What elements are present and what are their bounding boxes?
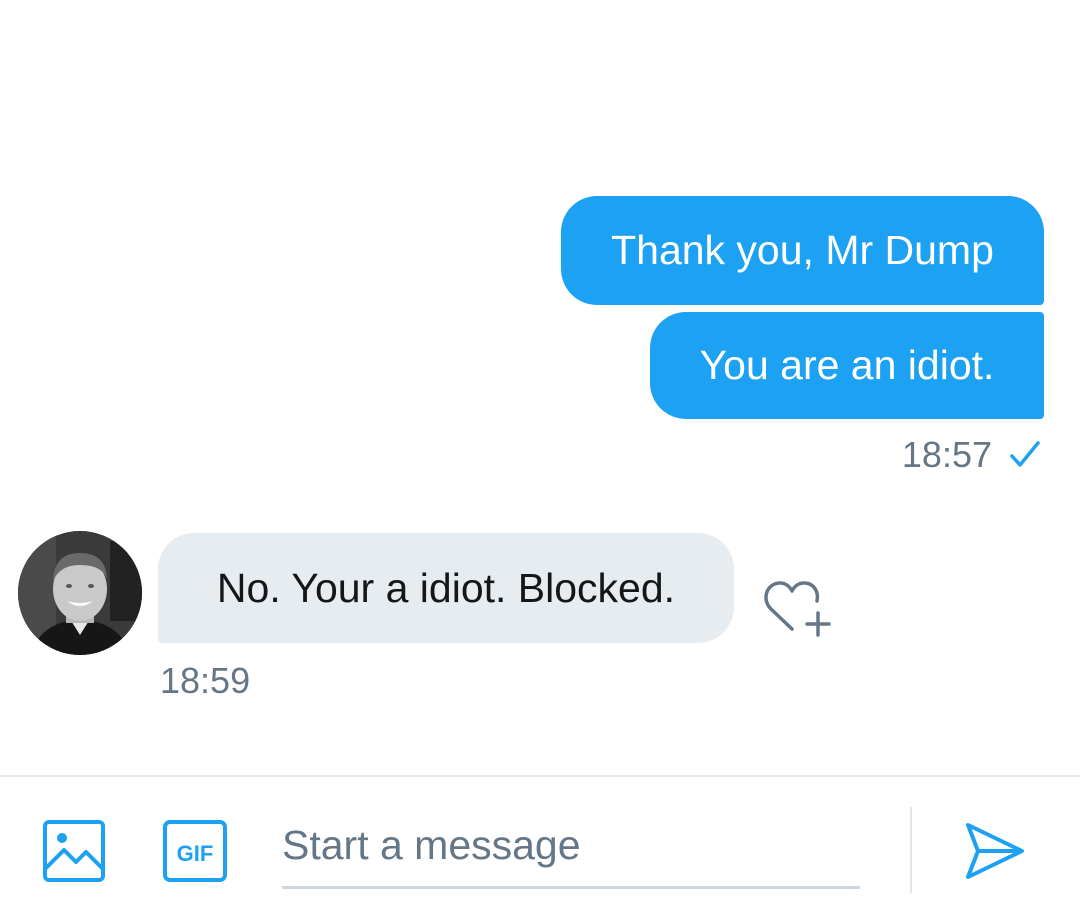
gif-label: GIF (177, 841, 214, 866)
gif-icon: GIF (163, 820, 227, 882)
incoming-message-bubble[interactable]: No. Your a idiot. Blocked. (158, 533, 734, 643)
outgoing-message-meta: 18:57 (902, 432, 1042, 478)
message-text: You are an idiot. (699, 342, 995, 388)
message-timestamp: 18:57 (901, 434, 992, 475)
heart-plus-icon[interactable] (762, 575, 834, 639)
message-input[interactable] (282, 805, 860, 889)
profile-photo-icon (18, 531, 142, 655)
send-icon[interactable] (962, 819, 1028, 883)
gif-button[interactable]: GIF (162, 819, 228, 883)
dm-conversation-screen: Thank you, Mr Dump You are an idiot. 18:… (0, 0, 1080, 920)
composer-divider (910, 807, 912, 893)
message-composer: GIF (0, 775, 1080, 920)
outgoing-message-bubble[interactable]: Thank you, Mr Dump (561, 196, 1044, 305)
message-text: Thank you, Mr Dump (611, 227, 994, 273)
message-text: No. Your a idiot. Blocked. (216, 564, 676, 611)
message-timestamp: 18:59 (160, 660, 251, 701)
outgoing-message-bubble[interactable]: You are an idiot. (650, 312, 1044, 419)
image-icon[interactable] (42, 819, 106, 883)
avatar[interactable] (18, 531, 142, 655)
check-icon (1010, 441, 1040, 467)
